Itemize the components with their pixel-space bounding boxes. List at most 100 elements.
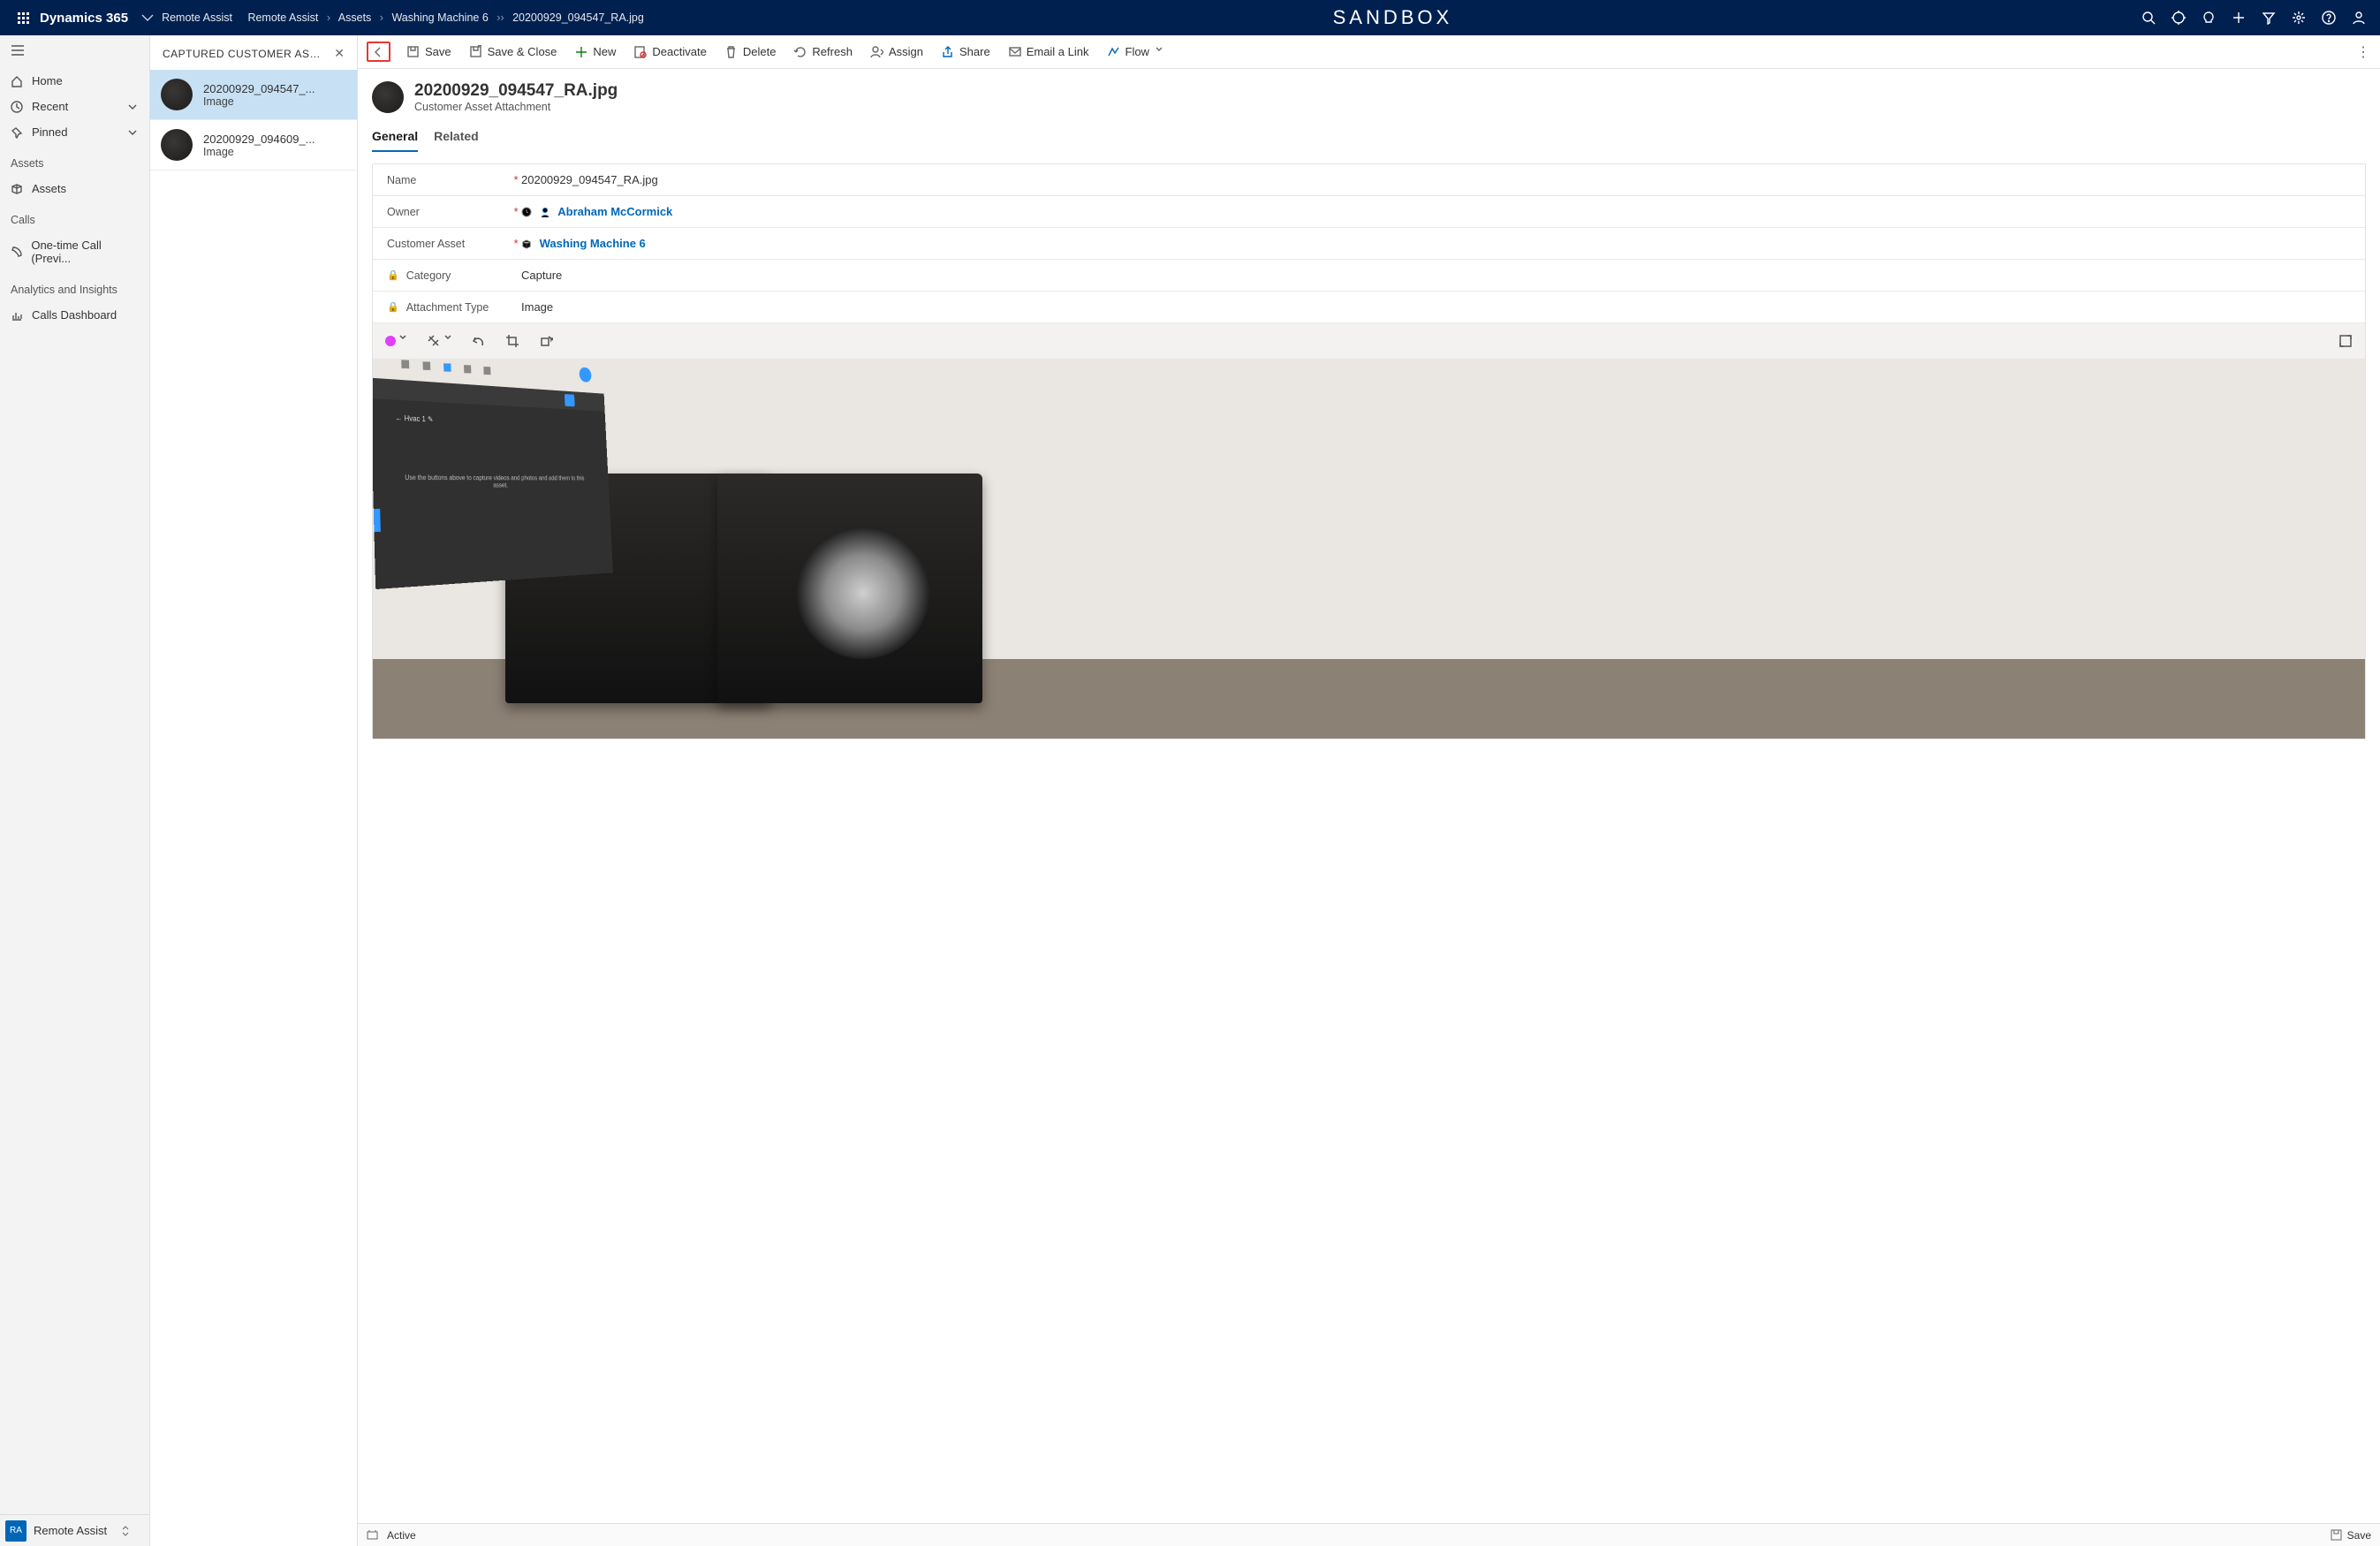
flow-button[interactable]: Flow [1105,42,1165,62]
chevron-down-icon [1155,45,1163,58]
record-header: 20200929_094547_RA.jpg Customer Asset At… [372,78,2366,118]
record-list-panel: CAPTURED CUSTOMER ASSET ... ✕ 20200929_0… [150,35,358,1546]
breadcrumb-item[interactable]: Washing Machine 6 [391,11,488,24]
field-attachment-type: 🔒Attachment Type Image [373,292,2365,323]
delete-button[interactable]: Delete [723,42,778,62]
record-title: 20200929_094547_RA.jpg [414,81,618,101]
saveclose-icon [469,45,482,58]
lightbulb-icon[interactable] [2202,11,2216,25]
nav-onetime-call[interactable]: One-time Call (Previ... [0,232,149,271]
cube-icon [521,239,533,250]
assign-icon [870,45,883,58]
deactivate-button[interactable]: Deactivate [632,42,708,62]
nav-label: Pinned [32,125,67,139]
breadcrumb-item[interactable]: Assets [338,11,372,24]
record-thumbnail [372,81,404,113]
image-preview[interactable]: ← Hvac 1 ✎ Use the buttons above to capt… [373,359,2365,739]
image-annotation-toolbar [373,323,2365,359]
status-value: Active [387,1529,416,1542]
filter-icon[interactable] [2262,11,2276,25]
nav-group-calls: Calls [0,201,149,232]
rotate-icon[interactable] [539,334,553,348]
list-item-sub: Image [203,95,315,108]
undo-icon[interactable] [472,334,486,348]
share-button[interactable]: Share [939,42,992,62]
breadcrumb: Remote Assist Remote Assist › Assets › W… [162,11,644,24]
chevron-down-icon [444,334,452,348]
deactivate-icon [633,45,647,58]
chevron-down-icon [399,334,407,348]
nav-home[interactable]: Home [0,68,149,94]
phone-icon [11,246,22,258]
field-category: 🔒Category Capture [373,260,2365,292]
area-switcher[interactable]: RA Remote Assist [0,1514,149,1546]
cube-icon [11,183,23,195]
nav-calls-dashboard[interactable]: Calls Dashboard [0,302,149,328]
chevron-down-icon [126,101,139,113]
breadcrumb-item[interactable]: Remote Assist [162,11,232,24]
field-value[interactable]: Abraham McCormick [521,205,2351,218]
color-picker[interactable] [385,334,407,348]
refresh-button[interactable]: Refresh [792,42,854,62]
sitemap-nav: Home Recent Pinned Assets Assets Calls O… [0,35,150,1546]
search-icon[interactable] [2141,11,2156,25]
form-main: Save Save & Close New Deactivate Delete … [358,35,2380,1546]
plus-icon[interactable] [2232,11,2246,25]
lock-icon: 🔒 [387,301,399,313]
environment-label: SANDBOX [644,6,2141,29]
nav-assets[interactable]: Assets [0,176,149,201]
form-card: Name * 20200929_094547_RA.jpg Owner * Ab… [372,163,2366,739]
back-button[interactable] [367,42,390,62]
list-item[interactable]: 20200929_094547_... Image [150,70,357,120]
field-customer-asset[interactable]: Customer Asset * Washing Machine 6 [373,228,2365,260]
nav-pinned[interactable]: Pinned [0,119,149,145]
flow-icon [1107,45,1120,58]
help-icon[interactable] [2322,11,2336,25]
tab-general[interactable]: General [372,124,418,152]
marker-icon [427,334,441,348]
save-button[interactable]: Save [405,42,453,62]
nav-label: Recent [32,100,68,113]
footer-save-button[interactable]: Save [2331,1529,2371,1542]
field-name[interactable]: Name * 20200929_094547_RA.jpg [373,164,2365,196]
chart-icon [11,309,23,322]
list-item-sub: Image [203,146,315,158]
refresh-icon [793,45,807,58]
field-value[interactable]: 20200929_094547_RA.jpg [521,173,2351,186]
field-owner[interactable]: Owner * Abraham McCormick [373,196,2365,228]
nav-recent[interactable]: Recent [0,94,149,119]
pin-icon [11,126,23,139]
tab-related[interactable]: Related [434,124,479,152]
gear-icon[interactable] [2292,11,2306,25]
nav-label: Home [32,74,63,87]
app-launcher-icon[interactable] [18,12,29,24]
new-button[interactable]: New [572,42,618,62]
status-icon[interactable] [367,1529,378,1541]
field-value[interactable]: Washing Machine 6 [521,237,2351,250]
list-item[interactable]: 20200929_094609_... Image [150,120,357,171]
area-badge: RA [5,1520,27,1542]
chevron-down-icon[interactable] [140,11,155,25]
user-icon[interactable] [2352,11,2366,25]
nav-toggle[interactable] [0,35,149,68]
lock-icon: 🔒 [387,269,399,281]
breadcrumb-item[interactable]: Remote Assist [247,11,318,24]
brand-label[interactable]: Dynamics 365 [40,11,128,26]
save-icon [406,45,420,58]
close-panel-icon[interactable]: ✕ [334,46,345,61]
target-icon[interactable] [2172,11,2186,25]
updown-icon [121,1525,130,1537]
plus-icon [574,45,587,58]
email-link-button[interactable]: Email a Link [1006,42,1091,62]
overflow-button[interactable]: ⋮ [2356,43,2371,61]
mail-icon [1008,45,1021,58]
hololens-hud: ← Hvac 1 ✎ Use the buttons above to capt… [373,378,613,589]
crop-icon[interactable] [505,334,519,348]
global-header: Dynamics 365 Remote Assist Remote Assist… [0,0,2380,35]
expand-icon[interactable] [2338,334,2353,348]
assign-button[interactable]: Assign [868,42,925,62]
field-value: Capture [521,269,2351,282]
color-dot-icon [385,336,396,346]
save-close-button[interactable]: Save & Close [467,42,559,62]
marker-tool[interactable] [427,334,452,348]
